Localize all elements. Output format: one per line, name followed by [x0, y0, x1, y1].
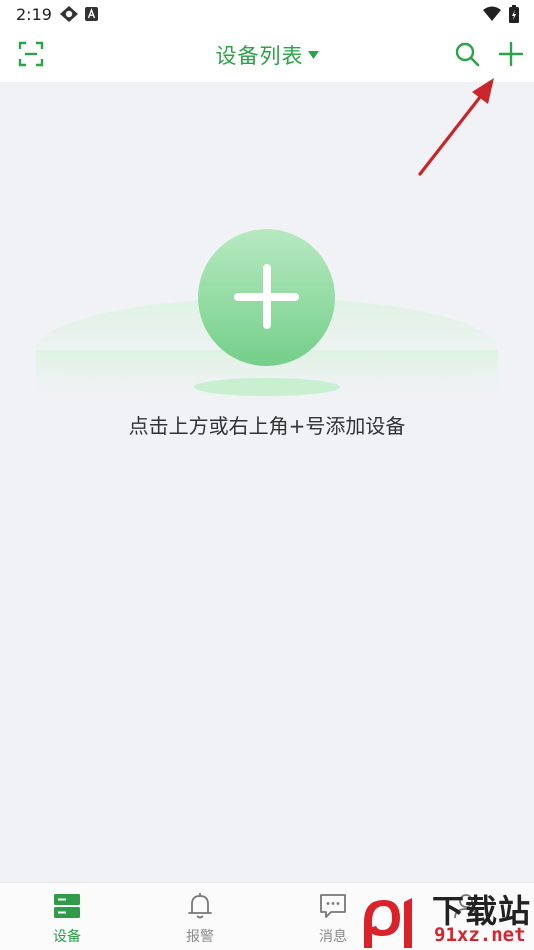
nav-label-devices: 设备 [53, 929, 81, 945]
device-list-dropdown[interactable]: 设备列表 [216, 40, 319, 70]
nav-item-alarm[interactable]: 报警 [160, 883, 240, 950]
status-bar: 2:19 [0, 0, 534, 28]
empty-hint-text: 点击上方或右上角+号添加设备 [128, 414, 406, 438]
plus-icon-vertical [263, 264, 271, 329]
add-device-button[interactable] [198, 229, 335, 366]
annotation-arrow-icon [418, 78, 494, 176]
nav-label-alarm: 报警 [186, 929, 214, 945]
message-icon [320, 894, 346, 918]
scan-icon[interactable] [18, 41, 44, 67]
watermark-url: 91xz.net [434, 924, 526, 946]
watermark: 下载站 91xz.net [360, 886, 534, 950]
bell-icon [188, 893, 212, 919]
battery-icon [509, 5, 519, 23]
wifi-icon [483, 6, 501, 21]
search-icon[interactable] [454, 41, 480, 67]
app-notification-icon [85, 7, 98, 21]
page-title: 设备列表 [215, 44, 304, 68]
device-icon [54, 894, 80, 918]
caret-down-icon [307, 51, 319, 59]
status-time: 2:19 [16, 5, 52, 24]
add-icon[interactable] [498, 41, 524, 67]
watermark-logo-icon [364, 898, 412, 948]
sync-status-icon [60, 6, 78, 22]
nav-item-devices[interactable]: 设备 [27, 883, 107, 950]
